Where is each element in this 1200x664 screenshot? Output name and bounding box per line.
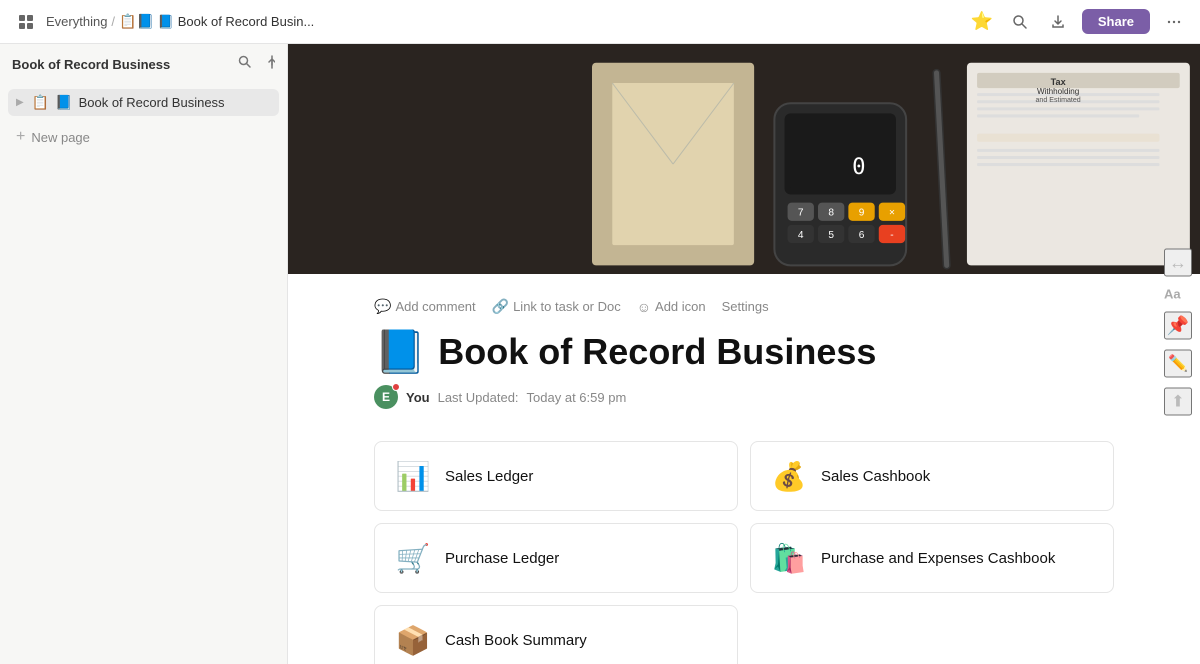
sidebar: Book of Record Business ▶ 📋 📘 Book of Re… — [0, 44, 288, 664]
sidebar-search-button[interactable] — [237, 54, 253, 75]
svg-text:8: 8 — [828, 208, 834, 219]
settings-label: Settings — [722, 299, 769, 314]
page-title-area: 📘 Book of Record Business — [374, 331, 1114, 373]
svg-text:Withholding: Withholding — [1037, 87, 1079, 96]
breadcrumb-current[interactable]: 📘 Book of Record Busin... — [158, 14, 314, 30]
comment-icon: 💬 — [374, 298, 391, 315]
svg-text:5: 5 — [828, 230, 834, 241]
author-row: E You Last Updated: Today at 6:59 pm — [374, 385, 1114, 409]
page-title: Book of Record Business — [438, 331, 876, 373]
hero-cover-image: 0 7 8 9 × 4 5 6 - — [288, 44, 1200, 274]
content-area: 0 7 8 9 × 4 5 6 - — [288, 44, 1200, 664]
svg-text:9: 9 — [859, 208, 865, 219]
sidebar-header: Book of Record Business — [0, 44, 287, 85]
avatar-initial: E — [382, 390, 390, 404]
sidebar-item-label: Book of Record Business — [79, 95, 225, 110]
edit-button[interactable]: ✏️ — [1164, 350, 1192, 378]
font-size-button[interactable]: Aa — [1164, 287, 1192, 302]
svg-text:-: - — [890, 230, 893, 241]
breadcrumb-home[interactable]: Everything — [46, 14, 107, 29]
settings-button[interactable]: Settings — [722, 299, 769, 314]
sidebar-item-book-of-record[interactable]: ▶ 📋 📘 Book of Record Business — [8, 89, 279, 116]
add-icon-label: Add icon — [655, 299, 706, 314]
download-button[interactable] — [1044, 8, 1072, 36]
sidebar-title: Book of Record Business — [12, 57, 170, 72]
topbar: Everything / 📋📘 📘 Book of Record Busin..… — [0, 0, 1200, 44]
share-button[interactable]: Share — [1082, 9, 1150, 34]
purchase-ledger-label: Purchase Ledger — [445, 550, 559, 567]
svg-text:4: 4 — [798, 230, 804, 241]
sidebar-expand-icon: ▶ — [16, 97, 24, 108]
cash-book-label: Cash Book Summary — [445, 632, 587, 649]
cover-image-visual: 0 7 8 9 × 4 5 6 - — [288, 44, 1200, 274]
doc-icon-breadcrumb: 📋📘 — [119, 13, 154, 30]
last-updated-value: Today at 6:59 pm — [527, 390, 627, 405]
purchase-ledger-card[interactable]: 🛒 Purchase Ledger — [374, 523, 738, 593]
svg-text:×: × — [889, 208, 895, 219]
add-icon-button[interactable]: ☺ Add icon — [637, 299, 706, 315]
book-emoji-icon: 📘 — [55, 94, 72, 111]
last-updated-prefix: Last Updated: — [438, 390, 519, 405]
main-layout: Book of Record Business ▶ 📋 📘 Book of Re… — [0, 44, 1200, 664]
search-button[interactable] — [1006, 8, 1034, 36]
svg-text:6: 6 — [859, 230, 865, 241]
purchase-expenses-label: Purchase and Expenses Cashbook — [821, 550, 1055, 567]
sales-cashbook-icon: 💰 — [769, 456, 809, 496]
cash-book-summary-card[interactable]: 📦 Cash Book Summary — [374, 605, 738, 664]
plus-icon: + — [16, 128, 25, 146]
sidebar-header-icons — [237, 54, 275, 75]
avatar: E — [374, 385, 398, 409]
breadcrumb-sep: / — [111, 14, 115, 29]
new-page-button[interactable]: + New page — [0, 122, 287, 152]
add-comment-button[interactable]: 💬 Add comment — [374, 298, 476, 315]
online-indicator — [392, 383, 400, 391]
breadcrumb: Everything / 📋📘 📘 Book of Record Busin..… — [46, 13, 314, 30]
svg-text:7: 7 — [798, 208, 804, 219]
right-floating-toolbar: ↔ Aa 📌 ✏️ ⬆ — [1164, 249, 1192, 416]
pin-button[interactable]: 📌 — [1164, 312, 1192, 340]
svg-text:0: 0 — [852, 154, 865, 180]
cash-book-icon: 📦 — [393, 620, 433, 660]
share-float-button[interactable]: ⬆ — [1164, 388, 1192, 416]
topbar-right: ⭐ Share — [968, 8, 1188, 36]
app-menu-button[interactable] — [12, 8, 40, 36]
page-title-emoji: 📘 — [374, 331, 426, 373]
purchase-expenses-icon: 🛍️ — [769, 538, 809, 578]
sales-ledger-label: Sales Ledger — [445, 468, 533, 485]
document-grid: 📊 Sales Ledger 💰 Sales Cashbook 🛒 Purcha… — [374, 441, 1114, 664]
link-icon: 🔗 — [492, 298, 509, 315]
doc-file-icon: 📋 — [32, 94, 49, 111]
svg-text:and Estimated: and Estimated — [1036, 96, 1081, 104]
sales-cashbook-card[interactable]: 💰 Sales Cashbook — [750, 441, 1114, 511]
purchase-expenses-cashbook-card[interactable]: 🛍️ Purchase and Expenses Cashbook — [750, 523, 1114, 593]
svg-text:Tax: Tax — [1051, 77, 1066, 87]
purchase-ledger-icon: 🛒 — [393, 538, 433, 578]
add-comment-label: Add comment — [395, 299, 475, 314]
sidebar-collapse-button[interactable] — [259, 54, 275, 75]
link-to-task-button[interactable]: 🔗 Link to task or Doc — [492, 298, 621, 315]
sidebar-items: ▶ 📋 📘 Book of Record Business — [0, 85, 287, 120]
more-button[interactable] — [1160, 8, 1188, 36]
page-actions-toolbar: 💬 Add comment 🔗 Link to task or Doc ☺ Ad… — [374, 298, 1114, 315]
bookmark-button[interactable]: ⭐ — [968, 8, 996, 36]
link-label: Link to task or Doc — [513, 299, 621, 314]
page-body: 💬 Add comment 🔗 Link to task or Doc ☺ Ad… — [314, 274, 1174, 664]
sales-ledger-card[interactable]: 📊 Sales Ledger — [374, 441, 738, 511]
sales-cashbook-label: Sales Cashbook — [821, 468, 930, 485]
sales-ledger-icon: 📊 — [393, 456, 433, 496]
new-page-label: New page — [31, 130, 90, 145]
expand-width-button[interactable]: ↔ — [1164, 249, 1192, 277]
author-name: You — [406, 390, 430, 405]
topbar-left: Everything / 📋📘 📘 Book of Record Busin..… — [12, 8, 960, 36]
emoji-icon: ☺ — [637, 299, 651, 315]
